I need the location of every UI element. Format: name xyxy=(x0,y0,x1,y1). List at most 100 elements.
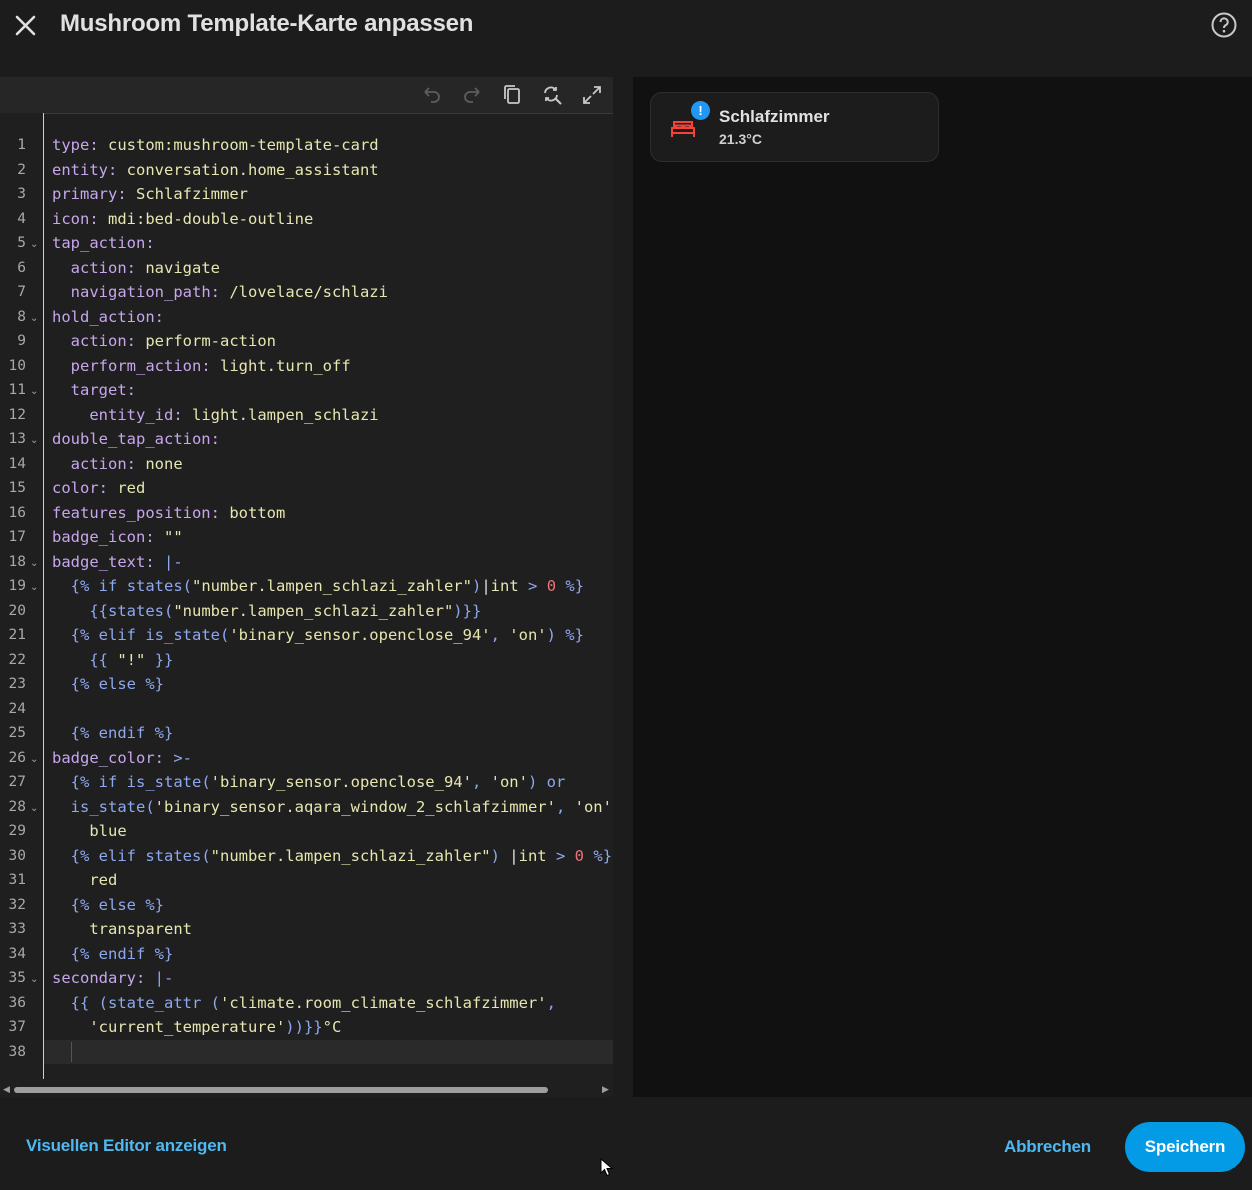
code-line[interactable]: action: navigate xyxy=(44,256,613,281)
fold-chevron-icon[interactable]: ⌄ xyxy=(30,966,38,991)
line-number: 29 xyxy=(8,823,26,839)
fold-chevron-icon[interactable]: ⌄ xyxy=(30,574,38,599)
code-line[interactable]: badge_icon: "" xyxy=(44,525,613,550)
code-line-text: entity_id: light.lampen_schlazi xyxy=(89,405,379,424)
undo-icon[interactable] xyxy=(420,83,444,107)
code-line-text: {% else %} xyxy=(70,895,164,914)
line-number: 28 xyxy=(8,798,26,815)
code-line-text: {% elif is_state('binary_sensor.openclos… xyxy=(70,626,584,644)
code-line[interactable]: double_tap_action: xyxy=(44,427,613,452)
code-line-text: perform_action: light.turn_off xyxy=(70,356,351,375)
code-line-text: {% if states("number.lampen_schlazi_zahl… xyxy=(70,577,585,595)
code-line-text: secondary: |- xyxy=(52,969,174,987)
line-number: 25 xyxy=(8,725,26,741)
mouse-pointer-icon xyxy=(600,1157,614,1178)
scroll-left-arrow-icon[interactable]: ◀ xyxy=(3,1084,10,1095)
code-line[interactable]: badge_text: |- xyxy=(44,550,613,575)
line-number: 9 xyxy=(17,333,26,349)
code-line[interactable]: perform_action: light.turn_off xyxy=(44,354,613,379)
code-line[interactable]: {% endif %} xyxy=(44,942,613,967)
code-line[interactable]: action: perform-action xyxy=(44,329,613,354)
code-line[interactable]: blue xyxy=(44,819,613,844)
search-replace-icon[interactable] xyxy=(540,83,564,107)
code-line[interactable]: action: none xyxy=(44,452,613,477)
code-line[interactable]: features_position: bottom xyxy=(44,501,613,526)
code-line[interactable]: hold_action: xyxy=(44,305,613,330)
line-number: 16 xyxy=(8,504,26,521)
code-line[interactable]: {{ "!" }} xyxy=(44,648,613,673)
line-number: 27 xyxy=(8,774,26,790)
line-number: 12 xyxy=(8,406,26,423)
redo-icon[interactable] xyxy=(460,83,484,107)
code-content[interactable]: type: custom:mushroom-template-card entit… xyxy=(44,113,613,1079)
code-line[interactable]: {% if states("number.lampen_schlazi_zahl… xyxy=(44,574,613,599)
copy-icon[interactable] xyxy=(500,83,524,107)
code-line[interactable]: badge_color: >- xyxy=(44,746,613,771)
line-number: 20 xyxy=(8,602,26,619)
card-preview-panel: ! Schlafzimmer 21.3°C xyxy=(633,77,1252,1097)
fold-chevron-icon[interactable]: ⌄ xyxy=(30,746,38,771)
scrollbar-thumb[interactable] xyxy=(14,1087,548,1093)
code-line[interactable]: entity_id: light.lampen_schlazi xyxy=(44,403,613,428)
code-line-text: primary: Schlafzimmer xyxy=(52,185,248,203)
yaml-code-editor[interactable]: 1 2 3 4 5 ⌄ 6 7 8 ⌄ 9 10 11 ⌄ 12 13 ⌄ 14 15 16 17 18 ⌄ 19 ⌄ 20 21 2… xyxy=(0,77,613,1097)
card-badge: ! xyxy=(691,101,710,120)
code-line[interactable] xyxy=(44,1039,613,1064)
line-number: 36 xyxy=(8,994,26,1011)
show-visual-editor-button[interactable]: Visuellen Editor anzeigen xyxy=(26,1136,227,1156)
fold-chevron-icon[interactable]: ⌄ xyxy=(30,305,38,330)
code-line-text: {% elif states("number.lampen_schlazi_za… xyxy=(70,846,613,865)
code-line-text: {{ (state_attr ('climate.room_climate_sc… xyxy=(70,993,556,1012)
code-line-text: {% endif %} xyxy=(70,944,174,963)
fold-chevron-icon[interactable]: ⌄ xyxy=(30,231,38,256)
code-line[interactable]: {% endif %} xyxy=(44,721,613,746)
code-line[interactable]: red xyxy=(44,868,613,893)
line-number: 38 xyxy=(8,1043,26,1060)
scroll-right-arrow-icon[interactable]: ▶ xyxy=(602,1084,609,1095)
fold-chevron-icon[interactable]: ⌄ xyxy=(30,550,38,575)
code-line[interactable] xyxy=(44,697,613,722)
code-line-text: {% endif %} xyxy=(70,724,174,742)
horizontal-scrollbar[interactable]: ◀ ▶ xyxy=(0,1083,613,1097)
code-line[interactable]: type: custom:mushroom-template-card xyxy=(44,133,613,158)
code-line[interactable]: {% else %} xyxy=(44,893,613,918)
code-line[interactable]: target: xyxy=(44,378,613,403)
code-line[interactable]: primary: Schlafzimmer xyxy=(44,182,613,207)
code-line[interactable]: {% elif is_state('binary_sensor.openclos… xyxy=(44,623,613,648)
close-icon[interactable] xyxy=(10,10,42,42)
save-button[interactable]: Speichern xyxy=(1125,1122,1245,1172)
code-line[interactable]: {% else %} xyxy=(44,672,613,697)
code-line[interactable]: {% if is_state('binary_sensor.openclose_… xyxy=(44,770,613,795)
code-line[interactable]: navigation_path: /lovelace/schlazi xyxy=(44,280,613,305)
code-line[interactable]: {{states("number.lampen_schlazi_zahler")… xyxy=(44,599,613,624)
code-line[interactable]: transparent xyxy=(44,917,613,942)
code-line-text: badge_text: |- xyxy=(52,552,183,571)
line-number: 11 xyxy=(8,382,26,398)
fold-chevron-icon[interactable]: ⌄ xyxy=(30,378,38,403)
code-line[interactable]: color: red xyxy=(44,476,613,501)
code-line[interactable]: entity: conversation.home_assistant xyxy=(44,158,613,183)
code-line[interactable]: tap_action: xyxy=(44,231,613,256)
code-line[interactable]: is_state('binary_sensor.aqara_window_2_s… xyxy=(44,795,613,820)
fold-chevron-icon[interactable]: ⌄ xyxy=(30,795,38,820)
mushroom-template-card[interactable]: ! Schlafzimmer 21.3°C xyxy=(650,92,939,162)
code-line-text: type: custom:mushroom-template-card xyxy=(52,136,379,154)
code-line-text: navigation_path: /lovelace/schlazi xyxy=(70,283,388,301)
line-number: 6 xyxy=(17,259,26,276)
code-line-text: {% if is_state('binary_sensor.openclose_… xyxy=(70,773,566,791)
code-line[interactable]: icon: mdi:bed-double-outline xyxy=(44,207,613,232)
fullscreen-icon[interactable] xyxy=(580,83,604,107)
line-number: 35 xyxy=(8,970,26,986)
code-line[interactable]: secondary: |- xyxy=(44,966,613,991)
help-circle-icon[interactable] xyxy=(1210,11,1238,39)
code-line[interactable]: {{ (state_attr ('climate.room_climate_sc… xyxy=(44,991,613,1016)
code-line[interactable]: 'current_temperature'))}}°C xyxy=(44,1015,613,1040)
line-number: 21 xyxy=(8,627,26,643)
line-number: 10 xyxy=(8,357,26,374)
fold-chevron-icon[interactable]: ⌄ xyxy=(30,427,38,452)
code-line[interactable]: {% elif states("number.lampen_schlazi_za… xyxy=(44,844,613,869)
cancel-button[interactable]: Abbrechen xyxy=(1004,1137,1091,1157)
code-line-text: double_tap_action: xyxy=(52,430,220,448)
line-number: 14 xyxy=(8,455,26,472)
editor-toolbar xyxy=(0,77,613,114)
